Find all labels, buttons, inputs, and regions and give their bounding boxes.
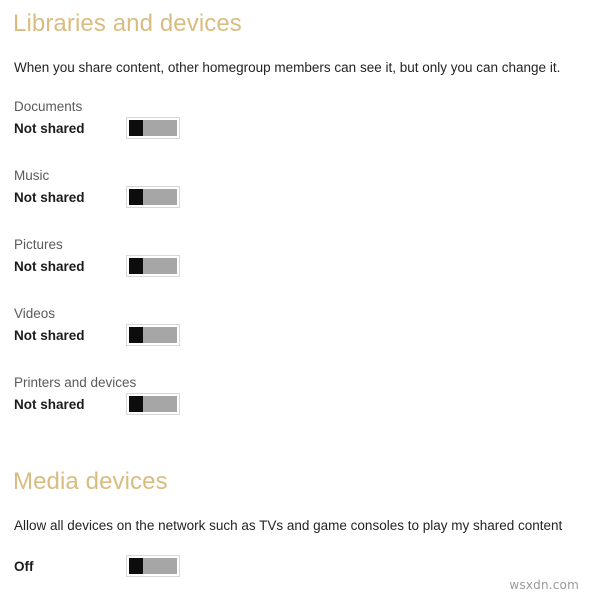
toggle-documents[interactable] <box>126 117 180 139</box>
media-devices-description: Allow all devices on the network such as… <box>14 518 563 533</box>
toggle-printers-and-devices[interactable] <box>126 393 180 415</box>
share-row-label-documents: Documents <box>14 99 83 114</box>
share-row-label-pictures: Pictures <box>14 237 63 252</box>
share-row-pictures: Pictures Not shared <box>0 237 591 300</box>
share-row-state-media-devices: Off <box>14 559 34 574</box>
share-row-printers-and-devices: Printers and devices Not shared <box>0 375 591 438</box>
share-row-state-pictures: Not shared <box>14 259 85 274</box>
share-row-label-videos: Videos <box>14 306 56 321</box>
toggle-pictures[interactable] <box>126 255 180 277</box>
toggle-thumb-icon <box>129 120 143 136</box>
toggle-thumb-icon <box>129 396 143 412</box>
share-row-state-printers-and-devices: Not shared <box>14 397 85 412</box>
toggle-thumb-icon <box>129 327 143 343</box>
toggle-media-devices[interactable] <box>126 555 180 577</box>
share-row-music: Music Not shared <box>0 168 591 231</box>
share-row-label-music: Music <box>14 168 50 183</box>
page-title-media-devices: Media devices <box>13 468 168 495</box>
watermark: wsxdn.com <box>509 578 579 592</box>
toggle-thumb-icon <box>129 558 143 574</box>
share-row-state-videos: Not shared <box>14 328 85 343</box>
share-row-documents: Documents Not shared <box>0 99 591 162</box>
share-row-state-documents: Not shared <box>14 121 85 136</box>
toggle-thumb-icon <box>129 258 143 274</box>
toggle-thumb-icon <box>129 189 143 205</box>
toggle-videos[interactable] <box>126 324 180 346</box>
libraries-description: When you share content, other homegroup … <box>14 60 561 75</box>
page-title-libraries-and-devices: Libraries and devices <box>13 10 242 37</box>
share-row-videos: Videos Not shared <box>0 306 591 369</box>
share-row-media-devices: Off <box>0 555 591 585</box>
share-row-state-music: Not shared <box>14 190 85 205</box>
toggle-music[interactable] <box>126 186 180 208</box>
settings-page: Libraries and devices When you share con… <box>0 0 591 600</box>
share-row-label-printers-and-devices: Printers and devices <box>14 375 137 390</box>
